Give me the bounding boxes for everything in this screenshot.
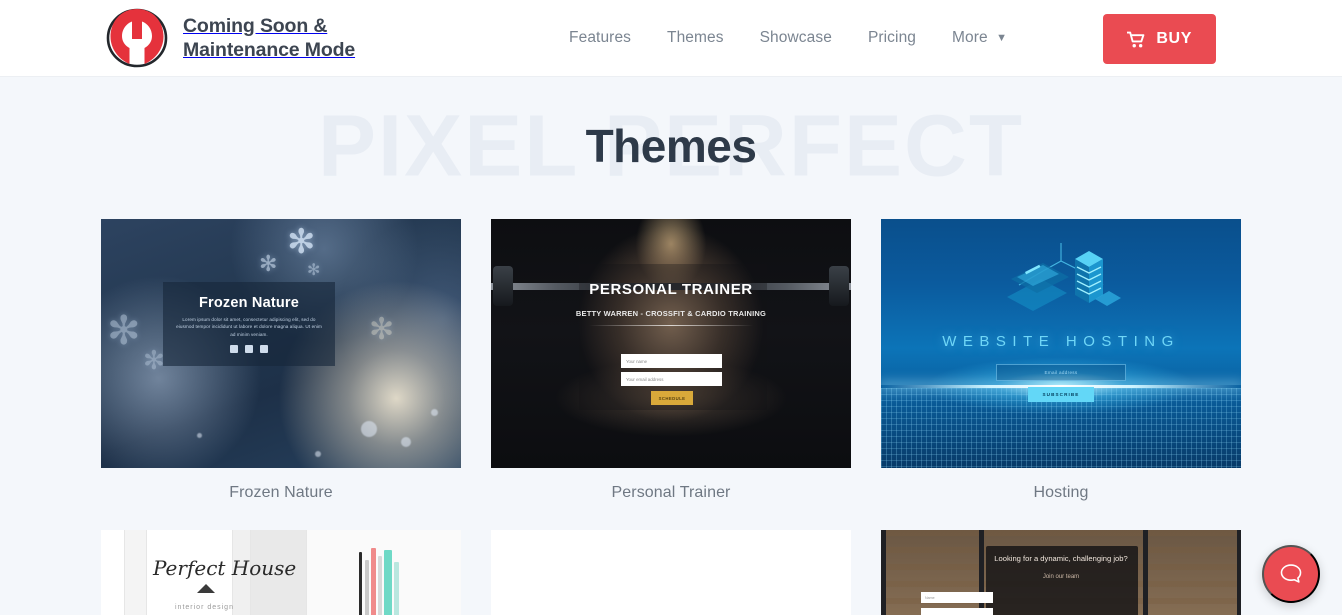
theme-label: Frozen Nature [229,484,333,501]
theme-thumbnail[interactable]: WEBSITE HOSTING Email address SUBSCRIBE [881,219,1241,468]
chevron-down-icon: ▼ [996,32,1008,44]
snowflake-icon: ✻ [307,262,321,279]
book [359,552,362,615]
bokeh-dot [315,451,321,457]
window-mullion [881,530,886,615]
theme-thumbnail[interactable]: ✻ ✻ ✻ ✻ ✻ ✻ Frozen Nature Lorem ipsum do… [101,219,461,468]
trainer-name-field: Your name [621,354,722,368]
twitter-icon [245,345,253,354]
nav-item-showcase[interactable]: Showcase [742,19,850,57]
wall-panel [125,530,147,615]
bokeh-dot [197,433,202,438]
brand-name: Coming Soon & Maintenance Mode [183,14,356,61]
buy-button[interactable]: BUY [1103,14,1216,64]
shopping-cart-icon [1126,31,1146,48]
bokeh-dot [361,421,377,437]
theme-thumbnail[interactable]: Perfect House interior design [101,530,461,615]
nav-item-more[interactable]: More ▼ [934,19,1025,57]
page-title: Themes [585,119,757,172]
personal-trainer-artwork [491,219,851,468]
frozen-preview-copy: Lorem ipsum dolor sit amet, consectetur … [176,316,322,337]
divider [589,325,753,326]
snowflake-icon: ✻ [287,223,316,261]
hero-section: PIXEL PERFECT Themes [0,77,1342,214]
snowflake-icon: ✻ [107,309,141,353]
wall-panel [101,530,125,615]
jobs-preview-title: Looking for a dynamic, challenging job? [994,554,1128,563]
window-mullion [1237,530,1241,615]
book [371,548,376,615]
theme-thumbnail[interactable] [491,530,851,615]
jobs-second-field [921,608,993,615]
theme-thumbnail[interactable]: PERSONAL TRAINER BETTY WARREN - CROSSFIT… [491,219,851,468]
book [365,560,369,615]
facebook-icon [230,345,238,354]
nav-label: Features [569,29,632,46]
theme-label: Personal Trainer [611,484,731,501]
theme-card-personal-trainer[interactable]: PERSONAL TRAINER BETTY WARREN - CROSSFIT… [491,219,851,512]
house-preview-title: Perfect House [153,556,297,580]
snowflake-icon: ✻ [143,345,165,375]
trainer-preview-title: PERSONAL TRAINER [589,281,753,298]
book [394,562,399,615]
themes-grid: ✻ ✻ ✻ ✻ ✻ ✻ Frozen Nature Lorem ipsum do… [101,214,1241,615]
jobs-artwork: Looking for a dynamic, challenging job? … [881,530,1241,615]
snowflake-icon: ✻ [259,251,278,276]
nav-label: Showcase [759,29,832,46]
theme-label: Hosting [1033,484,1089,501]
window-mullion [1143,530,1148,615]
house-roof-icon [197,584,215,593]
theme-card-jobs[interactable]: Looking for a dynamic, challenging job? … [881,530,1241,615]
buy-button-label: BUY [1156,30,1192,47]
ink-brush-artwork [491,530,851,615]
theme-card-hosting[interactable]: WEBSITE HOSTING Email address SUBSCRIBE … [881,219,1241,512]
nav-label: Themes [667,29,724,46]
help-chat-button[interactable] [1262,545,1320,603]
isometric-server-icon [999,239,1124,321]
book [378,556,382,615]
hosting-preview-title: WEBSITE HOSTING [942,333,1180,350]
snowflake-icon: ✻ [369,313,395,346]
wrench-circle-logo-icon [104,7,170,69]
jobs-preview-subtitle: Join our team [1042,574,1080,580]
bokeh-dot [401,437,411,447]
instagram-icon [260,345,268,354]
house-preview-subtitle: interior design [175,604,234,611]
trainer-email-field: Your email address [621,372,722,386]
brand-logo-link[interactable]: Coming Soon & Maintenance Mode [104,7,355,69]
nav-label: Pricing [867,29,917,46]
frozen-social-links [230,345,268,354]
site-header: Coming Soon & Maintenance Mode Features … [0,0,1342,77]
hosting-email-field: Email address [996,364,1126,381]
trainer-preview-subtitle: BETTY WARREN - CROSSFIT & CARDIO TRAININ… [575,309,767,318]
frozen-preview-panel: Frozen Nature Lorem ipsum dolor sit amet… [163,282,335,366]
book [384,550,392,615]
nav-item-features[interactable]: Features [551,19,649,57]
hosting-artwork: WEBSITE HOSTING Email address SUBSCRIBE [881,219,1241,468]
theme-thumbnail[interactable]: Looking for a dynamic, challenging job? … [881,530,1241,615]
chat-bubble-icon [1277,559,1305,590]
nav-item-themes[interactable]: Themes [649,19,742,57]
theme-card-ink[interactable] [491,530,851,615]
trainer-schedule-button: SCHEDULE [651,391,693,405]
jobs-name-field: Name [921,592,993,603]
theme-card-frozen-nature[interactable]: ✻ ✻ ✻ ✻ ✻ ✻ Frozen Nature Lorem ipsum do… [101,219,461,512]
perfect-house-artwork: Perfect House interior design [101,530,461,615]
nav-label: More [952,29,988,46]
hosting-subscribe-button: SUBSCRIBE [1028,387,1094,402]
theme-card-perfect-house[interactable]: Perfect House interior design [101,530,461,615]
main-navigation: Features Themes Showcase Pricing More ▼ [551,19,1025,57]
bokeh-dot [431,409,438,416]
nav-item-pricing[interactable]: Pricing [850,19,934,57]
frozen-preview-title: Frozen Nature [198,294,300,311]
